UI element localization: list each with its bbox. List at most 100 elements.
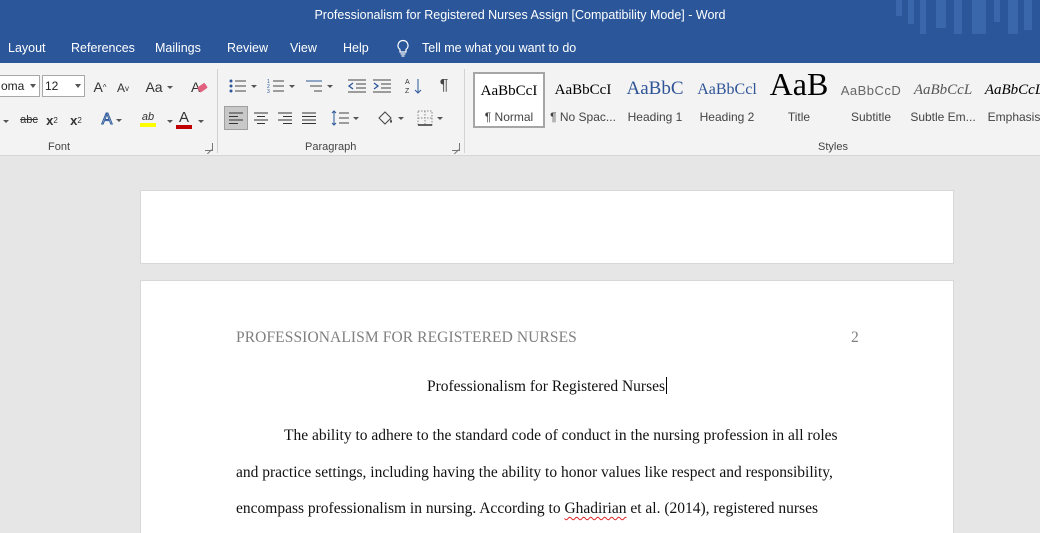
style-no-spacing[interactable]: AaBbCcI ¶ No Spac... (547, 72, 619, 128)
window-title: Professionalism for Registered Nurses As… (314, 8, 726, 22)
clear-formatting-button[interactable]: A (188, 76, 210, 98)
tab-mailings[interactable]: Mailings (155, 41, 201, 55)
paragraph-group-label: Paragraph (305, 141, 357, 153)
borders-button[interactable] (412, 106, 448, 130)
style-subtle-emphasis[interactable]: AaBbCcL Subtle Em... (907, 72, 979, 128)
increase-indent-button[interactable] (371, 75, 393, 97)
style-sample: AaBbCcD (840, 83, 902, 98)
document-page-previous[interactable] (140, 190, 954, 264)
subscript-icon: x (46, 112, 54, 128)
title-bar-pattern (896, 0, 1032, 34)
highlight-button[interactable]: ab (133, 107, 163, 131)
ribbon-tabs: Layout References Mailings Review View H… (0, 34, 1040, 63)
style-name: Subtle Em... (910, 110, 976, 124)
font-name-dropdown-icon (30, 84, 36, 88)
sort-icon: AZ (405, 79, 422, 95)
tab-layout[interactable]: Layout (8, 41, 46, 55)
body-line[interactable]: The ability to adhere to the standard co… (284, 427, 838, 445)
numbering-icon: 123 (267, 79, 284, 94)
document-title-text: Professionalism for Registered Nurses (426, 378, 666, 395)
text-effects-icon: A (101, 111, 113, 129)
line-spacing-button[interactable] (329, 106, 361, 130)
align-left-icon (229, 112, 243, 124)
font-group-label: Font (48, 141, 71, 153)
svg-text:3: 3 (267, 89, 270, 94)
multilevel-list-icon (306, 80, 322, 92)
superscript-button[interactable]: x2 (67, 109, 85, 131)
highlight-icon: ab (141, 111, 155, 123)
grow-font-icon: A (93, 79, 103, 95)
text-cursor (666, 377, 668, 394)
body-line[interactable]: encompass professionalism in nursing. Ac… (236, 500, 818, 518)
line-spacing-icon (331, 110, 349, 126)
style-emphasis[interactable]: AaBbCcL Emphasis (979, 72, 1040, 128)
bullets-icon (229, 79, 246, 93)
separator (464, 69, 465, 153)
style-name: Emphasis (987, 110, 1040, 124)
body-line[interactable]: and practice settings, including having … (236, 464, 833, 482)
decrease-indent-icon (348, 79, 366, 93)
svg-text:Z: Z (405, 88, 410, 95)
style-sample: AaBbCcL (913, 82, 973, 98)
style-sample: AaBbCcI (480, 83, 538, 99)
lightbulb-icon (397, 39, 409, 57)
shrink-font-button[interactable]: Av (113, 78, 133, 98)
align-left-button[interactable] (224, 106, 248, 130)
font-dialog-launcher-icon[interactable] (205, 143, 213, 151)
align-right-button[interactable] (273, 106, 297, 130)
numbering-button[interactable]: 123 (264, 75, 298, 97)
justify-button[interactable] (297, 106, 321, 130)
text-effects-button[interactable]: A (97, 109, 127, 131)
style-name: ¶ No Spac... (550, 110, 616, 124)
decrease-indent-button[interactable] (346, 75, 368, 97)
spelling-error-word[interactable]: Ghadirian (564, 500, 626, 517)
align-center-icon (254, 112, 268, 124)
svg-text:A: A (405, 79, 410, 86)
font-row2-dropdown[interactable] (0, 111, 10, 131)
font-size-dropdown-icon (75, 84, 81, 88)
document-page[interactable]: PROFESSIONALISM FOR REGISTERED NURSES 2 … (140, 280, 954, 533)
style-normal[interactable]: AaBbCcI ¶ Normal (473, 72, 545, 128)
sort-button[interactable]: AZ (403, 75, 425, 97)
font-color-dropdown[interactable] (196, 111, 206, 131)
shading-bucket-icon (378, 111, 392, 125)
font-color-icon: A (178, 108, 189, 126)
font-name-box[interactable]: oma (0, 75, 40, 97)
clear-formatting-icon: A (191, 79, 208, 95)
tell-me-text: Tell me what you want to do (422, 41, 577, 55)
strikethrough-button[interactable]: abc (17, 109, 41, 131)
tab-review[interactable]: Review (227, 41, 268, 55)
style-sample: AaBbCcL (984, 82, 1040, 98)
style-name: Heading 1 (627, 110, 683, 124)
align-center-button[interactable] (249, 106, 273, 130)
page-header: PROFESSIONALISM FOR REGISTERED NURSES (236, 329, 577, 346)
style-sample: AaB (769, 72, 829, 102)
grow-font-button[interactable]: A ^ (90, 77, 110, 97)
tell-me-search[interactable]: Tell me what you want to do (396, 39, 576, 57)
tab-references[interactable]: References (71, 41, 135, 55)
font-color-button[interactable]: A (172, 107, 196, 131)
borders-icon (417, 110, 433, 126)
style-sample: AaBbC (626, 78, 684, 99)
change-case-button[interactable]: Aa (142, 77, 176, 97)
ribbon: oma 12 A^ Av Aa A abc x2 x2 A ab A Font (0, 63, 1040, 156)
body-line-text: et al. (2014), registered nurses (626, 500, 818, 517)
shading-button[interactable] (372, 106, 408, 130)
style-heading-1[interactable]: AaBbC Heading 1 (619, 72, 691, 128)
style-heading-2[interactable]: AaBbCcl Heading 2 (691, 72, 763, 128)
show-formatting-button[interactable]: ¶ (433, 75, 455, 97)
style-title[interactable]: AaB Title (763, 72, 835, 128)
font-name-value: oma (1, 79, 25, 93)
paragraph-dialog-launcher-icon[interactable] (452, 143, 460, 151)
style-subtitle[interactable]: AaBbCcD Subtitle (835, 72, 907, 128)
align-right-icon (278, 112, 292, 124)
multilevel-list-button[interactable] (302, 75, 336, 97)
font-size-box[interactable]: 12 (42, 75, 85, 97)
style-sample: AaBbCcI (554, 82, 612, 98)
tab-help[interactable]: Help (343, 41, 369, 55)
bullets-button[interactable] (226, 75, 260, 97)
tab-view[interactable]: View (290, 41, 317, 55)
document-title[interactable]: Professionalism for Registered Nurses (141, 377, 953, 396)
subscript-button[interactable]: x2 (43, 109, 61, 131)
styles-group-label: Styles (818, 141, 848, 153)
